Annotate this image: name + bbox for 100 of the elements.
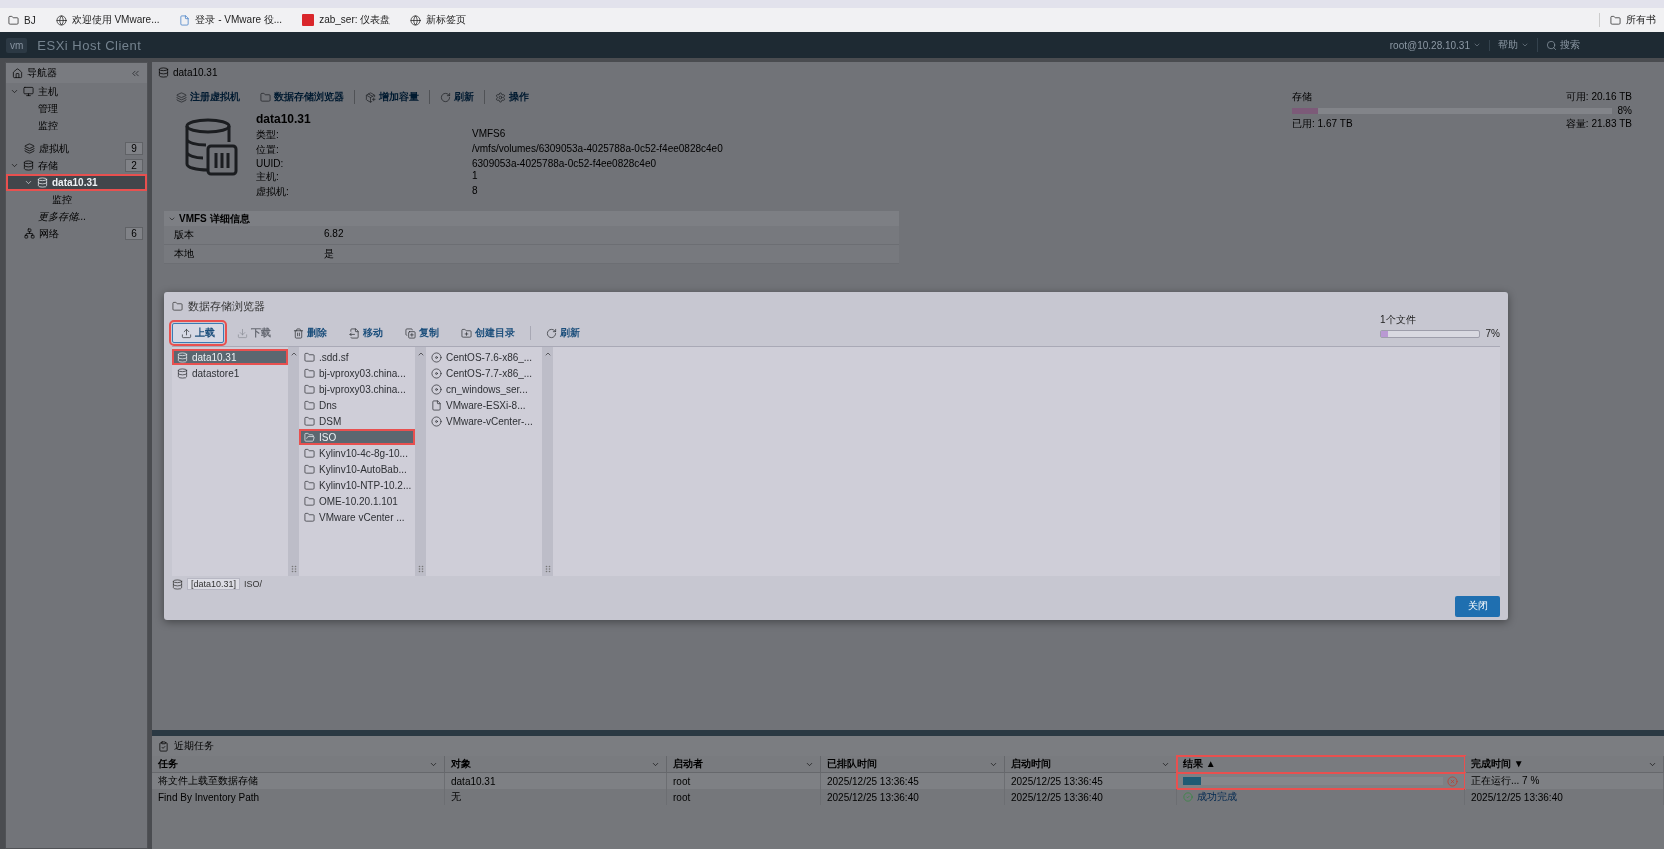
nav-item[interactable]: 管理 [6, 100, 147, 117]
toolbar-button[interactable]: 删除 [284, 323, 336, 343]
bookmark-link[interactable]: BJ [8, 14, 36, 26]
bookmark-link[interactable]: 新标签页 [410, 13, 467, 27]
file-item[interactable]: VMware-vCenter-... [426, 413, 542, 429]
user-menu[interactable]: root@10.28.10.31 [1381, 39, 1490, 51]
table-cell: 无 [445, 789, 667, 805]
upload-label: 1个文件 [1380, 313, 1417, 327]
toolbar-button[interactable]: 移动 [340, 323, 392, 343]
folder-item[interactable]: OME-10.20.1.101 [299, 493, 415, 509]
folder-item[interactable]: bj-vproxy03.china... [299, 381, 415, 397]
nav-item[interactable]: 虚拟机 9 [6, 140, 147, 157]
nav-item[interactable]: 网络 6 [6, 225, 147, 242]
nav-item[interactable]: 监控 [6, 191, 147, 208]
detail-label: 本地 [164, 245, 314, 264]
result-link[interactable]: 成功完成 [1197, 790, 1237, 804]
property-label: UUID: [256, 158, 285, 169]
nav-item[interactable]: 存储 2 [6, 157, 147, 174]
section-title: VMFS 详细信息 [179, 211, 250, 226]
toolbar-button[interactable]: 刷新 [537, 323, 589, 343]
column-header[interactable]: 对象 [445, 756, 667, 773]
disc-icon [431, 383, 442, 395]
check-circle-icon [1183, 792, 1193, 802]
file-item[interactable]: VMware-ESXi-8... [426, 397, 542, 413]
toolbar-button[interactable]: 数据存储浏览器 [250, 90, 354, 104]
toolbar-icon [260, 91, 271, 103]
grip-icon [544, 565, 551, 573]
nav-item[interactable]: 更多存储... [6, 208, 147, 225]
datastore-item[interactable]: datastore1 [172, 365, 288, 381]
column-header[interactable]: 启动时间 [1005, 756, 1177, 773]
toolbar-icon [365, 91, 376, 103]
folder-icon [304, 447, 315, 459]
storage-free: 可用: 20.16 TB [1565, 90, 1632, 104]
dialog-title: 数据存储浏览器 [188, 298, 265, 314]
toolbar-button[interactable]: 注册虚拟机 [166, 90, 250, 104]
column-header[interactable]: 任务 [152, 756, 445, 773]
help-menu[interactable]: 帮助 [1490, 38, 1538, 52]
nav-item[interactable]: data10.31 [6, 174, 147, 191]
bookmark-link[interactable]: 所有书 [1599, 13, 1656, 27]
folder-item[interactable]: Dns [299, 397, 415, 413]
folder-icon [304, 367, 315, 379]
property-label: 虚拟机: [256, 185, 290, 199]
folder-item[interactable]: Kylinv10-4c-8g-10... [299, 445, 415, 461]
file-icon [431, 399, 442, 411]
caret-icon [1473, 41, 1481, 49]
scroll-up-icon [416, 350, 425, 358]
bookmark-link[interactable]: 登录 - VMware 役... [179, 13, 283, 27]
folder-item[interactable]: VMware vCenter ... [299, 509, 415, 525]
close-button[interactable]: 关闭 [1455, 595, 1500, 617]
page-icon [179, 14, 191, 26]
folder-item[interactable]: Kylinv10-NTP-10.2... [299, 477, 415, 493]
toolbar-button[interactable]: 创建目录 [452, 323, 524, 343]
column-header[interactable]: 启动者 [667, 756, 821, 773]
toolbar-icon [293, 327, 304, 339]
page-title: data10.31 [173, 66, 218, 78]
bookmark-link[interactable]: zab_ser: 仪表盘 [302, 13, 391, 27]
file-item[interactable]: cn_windows_ser... [426, 381, 542, 397]
column-header[interactable]: 已排队时间 [821, 756, 1005, 773]
nav-icon [24, 228, 35, 239]
folder-item[interactable]: ISO [299, 429, 415, 445]
bookmark-logo-icon [302, 14, 315, 26]
scrollbar[interactable] [415, 347, 426, 576]
scrollbar[interactable] [542, 347, 553, 576]
panel-title: 近期任务 [174, 739, 214, 753]
datastore-icon [172, 578, 183, 590]
column-header[interactable]: 完成时间 ▼ [1465, 756, 1664, 773]
folder-item[interactable]: .sdd.sf [299, 349, 415, 365]
app-logo: vm [6, 37, 28, 53]
folder-icon [172, 300, 183, 312]
table-cell: Find By Inventory Path [152, 789, 445, 805]
toolbar-button[interactable]: 上载 [172, 323, 224, 343]
folder-item[interactable]: bj-vproxy03.china... [299, 365, 415, 381]
toolbar-button[interactable]: 刷新 [429, 90, 484, 104]
scroll-up-icon [289, 350, 298, 358]
bookmark-link[interactable]: 欢迎使用 VMware... [55, 13, 160, 27]
section-header[interactable]: VMFS 详细信息 [164, 211, 899, 226]
nav-item[interactable]: 主机 [6, 83, 147, 100]
search-button[interactable]: 搜索 [1538, 38, 1588, 52]
folder-open-icon [304, 431, 315, 443]
property-value: VMFS6 [472, 128, 507, 141]
path-folder: ISO/ [244, 579, 263, 589]
nav-icon [23, 86, 34, 97]
storage-capacity: 容量: 21.83 TB [1565, 117, 1632, 131]
toolbar-button[interactable]: 增加容量 [354, 90, 429, 104]
table-cell: root [667, 773, 821, 789]
folder-item[interactable]: Kylinv10-AutoBab... [299, 461, 415, 477]
folder-item[interactable]: DSM [299, 413, 415, 429]
toolbar-button[interactable]: 操作 [484, 90, 539, 104]
cancel-icon[interactable] [1447, 775, 1458, 787]
nav-item[interactable]: 监控 [6, 117, 147, 134]
folder-icon [304, 399, 315, 411]
file-item[interactable]: CentOS-7.6-x86_... [426, 349, 542, 365]
property-value: /vmfs/volumes/6309053a-4025788a-0c52-f4ee0828c4e0 [472, 143, 723, 156]
toolbar-icon [405, 327, 416, 339]
datastore-item[interactable]: data10.31 [172, 349, 288, 365]
scrollbar[interactable] [288, 347, 299, 576]
datastore-icon [177, 367, 188, 379]
toolbar-button[interactable]: 复制 [396, 323, 448, 343]
file-item[interactable]: CentOS-7.7-x86_... [426, 365, 542, 381]
datastore-icon [158, 66, 169, 78]
